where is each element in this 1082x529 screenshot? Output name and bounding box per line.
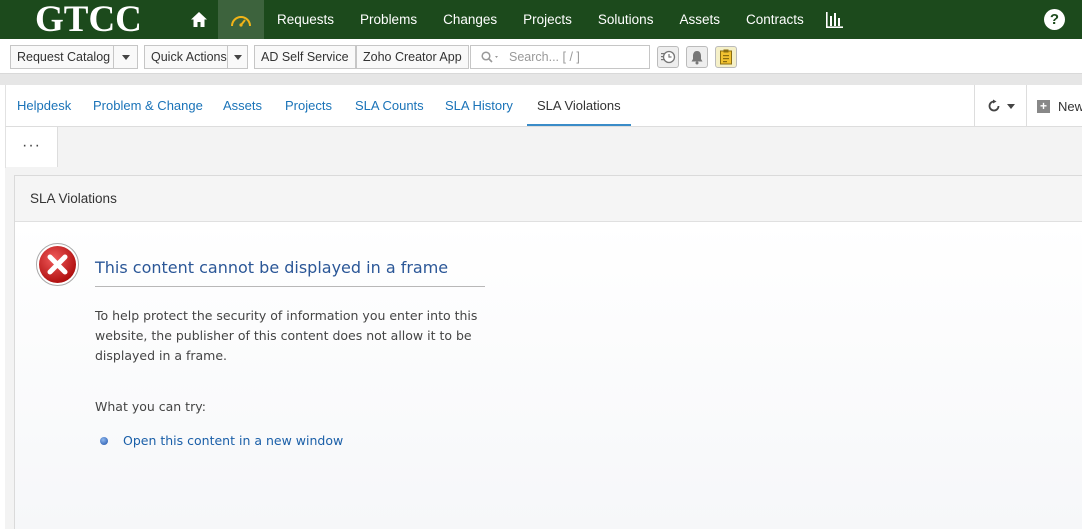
chevron-down-icon bbox=[1006, 103, 1015, 109]
clipboard-icon[interactable] bbox=[715, 46, 737, 68]
widget-bar: ··· bbox=[5, 127, 1082, 168]
logo[interactable]: GTCC bbox=[35, 0, 180, 39]
nav-projects[interactable]: Projects bbox=[510, 0, 585, 39]
chevron-down-icon[interactable] bbox=[227, 46, 247, 68]
error-description: To help protect the security of informat… bbox=[95, 308, 478, 363]
what-you-can-try-label: What you can try: bbox=[95, 399, 206, 414]
tab-sla-counts[interactable]: SLA Counts bbox=[355, 85, 424, 126]
new-tab-label: New bbox=[1058, 98, 1082, 114]
bell-icon[interactable] bbox=[686, 46, 708, 68]
tab-problem-change[interactable]: Problem & Change bbox=[93, 85, 203, 126]
search-box[interactable]: Search... [ / ] bbox=[470, 45, 650, 69]
plus-icon: + bbox=[1037, 99, 1050, 113]
nav-changes[interactable]: Changes bbox=[430, 0, 510, 39]
open-new-window-link[interactable]: Open this content in a new window bbox=[100, 433, 343, 448]
open-new-window-label[interactable]: Open this content in a new window bbox=[123, 433, 343, 448]
new-tab-button[interactable]: + New bbox=[1026, 85, 1082, 127]
nav-requests[interactable]: Requests bbox=[264, 0, 347, 39]
quick-actions-label: Quick Actions bbox=[151, 50, 227, 64]
refresh-button[interactable] bbox=[974, 85, 1026, 127]
search-icon bbox=[481, 51, 498, 63]
panel-area: SLA Violations This content cannot be di… bbox=[5, 168, 1082, 529]
nav-assets[interactable]: Assets bbox=[666, 0, 733, 39]
dashboard-tabs: Helpdesk Problem & Change Assets Project… bbox=[5, 85, 1082, 127]
home-icon[interactable] bbox=[180, 0, 218, 39]
tab-sla-history[interactable]: SLA History bbox=[445, 85, 513, 126]
nav-contracts[interactable]: Contracts bbox=[733, 0, 817, 39]
request-catalog-dropdown[interactable]: Request Catalog bbox=[10, 45, 138, 69]
error-icon bbox=[36, 243, 79, 286]
tab-projects[interactable]: Projects bbox=[285, 85, 332, 126]
widget-title: SLA Violations bbox=[15, 176, 1082, 222]
history-icon[interactable] bbox=[657, 46, 679, 68]
separator bbox=[0, 74, 1082, 85]
tab-assets[interactable]: Assets bbox=[223, 85, 262, 126]
zoho-creator-app-button[interactable]: Zoho Creator App bbox=[356, 45, 469, 69]
top-nav: GTCC Requests Problems Changes Projects … bbox=[0, 0, 1082, 39]
frame-error-content: This content cannot be displayed in a fr… bbox=[15, 222, 1082, 529]
nav-solutions[interactable]: Solutions bbox=[585, 0, 667, 39]
refresh-icon bbox=[988, 99, 999, 112]
more-options-button[interactable]: ··· bbox=[6, 127, 58, 167]
help-icon[interactable]: ? bbox=[1044, 9, 1065, 30]
quick-actions-dropdown[interactable]: Quick Actions bbox=[144, 45, 248, 69]
chevron-down-icon[interactable] bbox=[113, 46, 137, 68]
bullet-icon bbox=[100, 436, 108, 445]
ad-self-service-button[interactable]: AD Self Service bbox=[254, 45, 356, 69]
search-input[interactable]: Search... [ / ] bbox=[509, 50, 580, 64]
reports-chart-icon[interactable] bbox=[819, 0, 849, 39]
tab-helpdesk[interactable]: Helpdesk bbox=[17, 85, 71, 126]
dashboard-icon[interactable] bbox=[218, 0, 264, 39]
toolbar: Request Catalog Quick Actions AD Self Se… bbox=[0, 39, 1082, 74]
error-title: This content cannot be displayed in a fr… bbox=[95, 258, 485, 287]
tab-sla-violations[interactable]: SLA Violations bbox=[527, 85, 631, 126]
sla-violations-widget: SLA Violations This content cannot be di… bbox=[14, 175, 1082, 529]
nav-problems[interactable]: Problems bbox=[347, 0, 430, 39]
request-catalog-label: Request Catalog bbox=[17, 50, 111, 64]
